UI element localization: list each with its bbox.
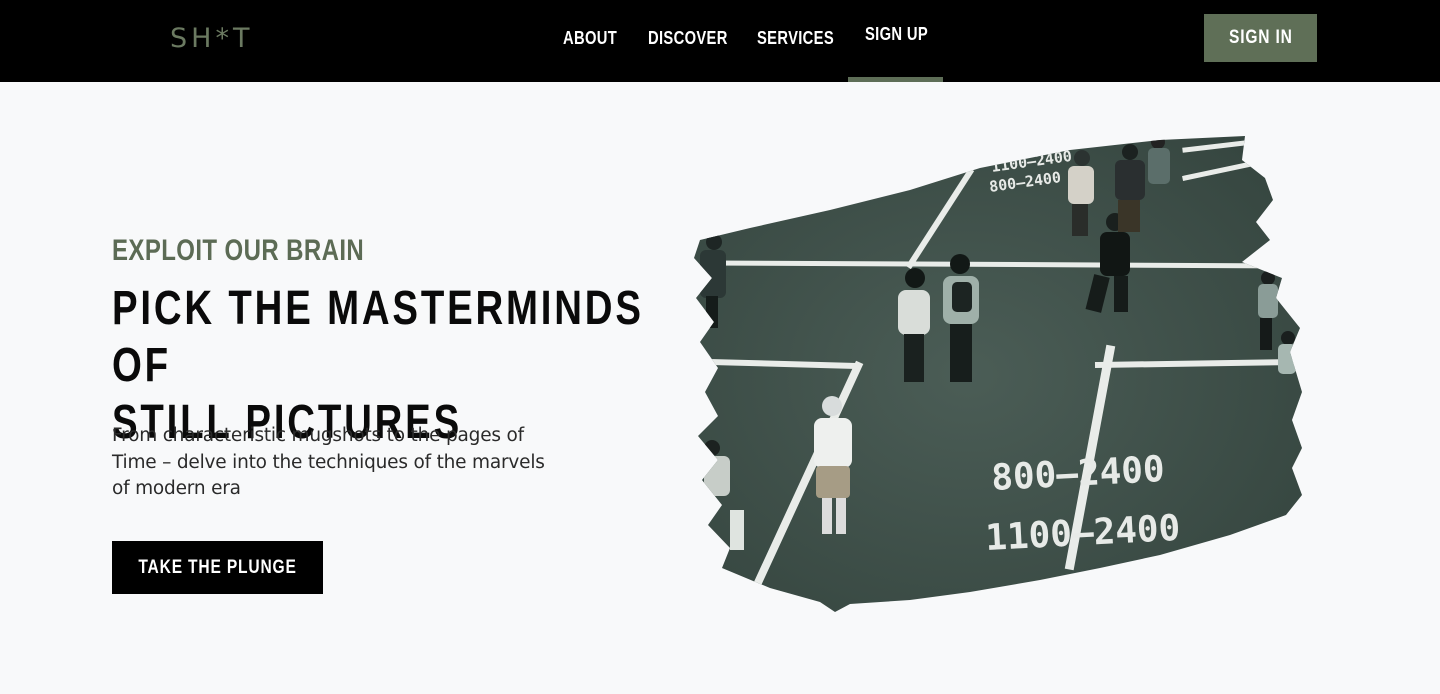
hero-description: From characteristic mugshots to the page… [112, 423, 602, 503]
take-the-plunge-button[interactable]: TAKE THE PLUNGE [112, 541, 323, 594]
hero-description-line-2: Time – delve into the techniques of the … [112, 451, 545, 473]
sign-in-button[interactable]: SIGN IN [1204, 14, 1317, 62]
nav-link-sign-up[interactable]: SIGN UP [865, 22, 928, 46]
sign-in-label: SIGN IN [1228, 27, 1293, 48]
nav-link-services[interactable]: SERVICES [757, 26, 834, 50]
hero-title-line-1: PICK THE MASTERMINDS OF [112, 282, 644, 392]
hero-description-line-3: of modern era [112, 478, 241, 499]
nav-link-discover[interactable]: DISCOVER [648, 26, 728, 50]
hero-eyebrow: EXPLOIT OUR BRAIN [112, 234, 365, 267]
navbar: SH*T ABOUT DISCOVER SERVICES SIGN UP SIG… [0, 0, 1440, 82]
nav-link-about[interactable]: ABOUT [563, 26, 617, 50]
hero-description-line-1: From characteristic mugshots to the page… [112, 425, 524, 446]
cta-label: TAKE THE PLUNGE [138, 557, 297, 578]
site-logo[interactable]: SH*T [170, 22, 253, 56]
active-nav-indicator [848, 77, 943, 82]
hero-image: 800–2400 1100–2400 800–2400 1100–2400 [694, 136, 1302, 612]
